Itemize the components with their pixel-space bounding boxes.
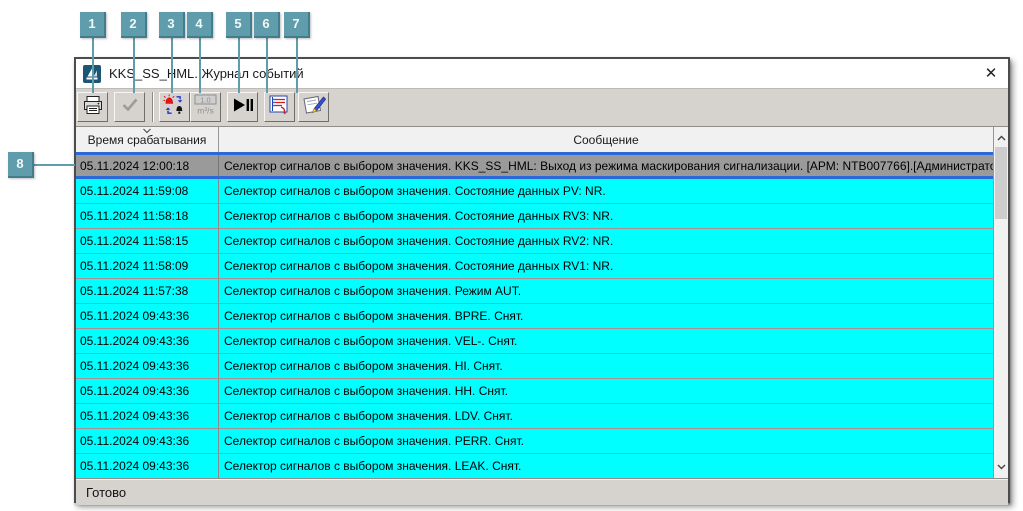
message-cell: Селектор сигналов с выбором значения. HI… [224,359,503,373]
callout-badge-1: 1 [80,12,106,38]
status-text: Готово [86,484,127,500]
check-icon [120,96,140,119]
table-row[interactable]: 05.11.2024 09:43:36 Селектор сигналов с в… [76,329,993,354]
callout-badge-7: 7 [284,12,310,38]
message-cell: Селектор сигналов с выбором значения. KK… [224,158,993,173]
play-pause-icon [232,95,254,120]
event-list-icon [268,94,291,121]
time-cell: 05.11.2024 11:58:15 [76,229,219,253]
vertical-scrollbar[interactable] [993,127,1008,478]
table-row[interactable]: 05.11.2024 11:59:08 Селектор сигналов с в… [76,179,993,204]
titlebar: KKS_SS_HML. Журнал событий ✕ [76,59,1008,89]
callout-line [296,38,298,93]
callout-line [133,38,135,93]
scroll-up-icon[interactable] [994,129,1008,147]
callout-badge-8: 8 [8,152,34,178]
table-row[interactable]: 05.11.2024 09:43:36 Селектор сигналов с в… [76,454,993,478]
callout-line [199,38,201,93]
callout-badge-6: 6 [254,12,280,38]
message-cell: Селектор сигналов с выбором значения. HH… [224,384,509,398]
svg-text:1.0: 1.0 [200,95,210,104]
message-cell: Селектор сигналов с выбором значения. Со… [224,184,606,198]
window-title: KKS_SS_HML. Журнал событий [109,66,304,81]
table-row[interactable]: 05.11.2024 09:43:36 Селектор сигналов с в… [76,354,993,379]
table-row[interactable]: 05.11.2024 09:43:36 Селектор сигналов с в… [76,404,993,429]
scrollbar-thumb[interactable] [995,147,1007,219]
message-cell: Селектор сигналов с выбором значения. BP… [224,309,524,323]
message-cell: Селектор сигналов с выбором значения. LE… [224,459,522,473]
acknowledge-button[interactable] [114,92,145,122]
status-bar: Готово [76,478,1008,505]
time-cell: 05.11.2024 09:43:36 [76,379,219,403]
time-cell: 05.11.2024 09:43:36 [76,454,219,478]
time-cell: 05.11.2024 12:00:18 [76,155,219,176]
message-cell: Селектор сигналов с выбором значения. Со… [224,234,614,248]
event-journal-window: KKS_SS_HML. Журнал событий ✕ 1.0 m³/s Вре… [74,57,1010,505]
time-cell: 05.11.2024 11:59:08 [76,179,219,203]
table-row[interactable]: 05.11.2024 11:58:18 Селектор сигналов с в… [76,204,993,229]
column-header-time[interactable]: Время срабатывания [76,127,219,152]
message-cell: Селектор сигналов с выбором значения. Ре… [224,284,522,298]
message-cell: Селектор сигналов с выбором значения. PE… [224,434,525,448]
scroll-down-icon[interactable] [994,458,1008,476]
callout-badge-4: 4 [187,12,213,38]
svg-text:m³/s: m³/s [197,106,214,116]
print-button[interactable] [77,92,108,122]
close-icon[interactable]: ✕ [974,59,1008,88]
time-cell: 05.11.2024 11:58:18 [76,204,219,228]
callout-badge-3: 3 [159,12,185,38]
time-cell: 05.11.2024 09:43:36 [76,354,219,378]
toolbar-separator [152,92,154,122]
message-cell: Селектор сигналов с выбором значения. LD… [224,409,513,423]
table-row[interactable]: 05.11.2024 09:43:36 Селектор сигналов с в… [76,304,993,329]
event-list-button[interactable] [264,92,295,122]
table-row[interactable]: 05.11.2024 11:58:15 Селектор сигналов с в… [76,229,993,254]
time-cell: 05.11.2024 11:57:38 [76,279,219,303]
edit-note-button[interactable] [298,92,329,122]
time-cell: 05.11.2024 09:43:36 [76,429,219,453]
edit-note-icon [302,94,326,121]
callout-line [171,38,173,93]
callout-badge-5: 5 [226,12,252,38]
flow-units-icon: 1.0 m³/s [193,93,218,121]
time-cell: 05.11.2024 09:43:36 [76,304,219,328]
time-cell: 05.11.2024 11:58:09 [76,254,219,278]
sort-icon [143,127,152,134]
message-cell: Селектор сигналов с выбором значения. Со… [224,259,614,273]
alarm-mask-toggle-button[interactable] [159,92,190,122]
table-row[interactable]: 05.11.2024 11:58:09 Селектор сигналов с в… [76,254,993,279]
column-header-message[interactable]: Сообщение [219,127,993,152]
print-icon [82,95,104,120]
play-pause-button[interactable] [227,92,258,122]
callout-line [266,38,268,93]
event-table: Время срабатывания Сообщение 05.11.2024 … [76,126,1008,478]
callout-line [92,38,94,93]
table-row[interactable]: 05.11.2024 11:57:38 Селектор сигналов с в… [76,279,993,304]
time-cell: 05.11.2024 09:43:36 [76,329,219,353]
table-rows: 05.11.2024 12:00:18 Селектор сигналов с в… [76,152,993,478]
message-cell: Селектор сигналов с выбором значения. Со… [224,209,614,223]
flow-units-button[interactable]: 1.0 m³/s [190,92,221,122]
alarm-swap-icon [163,94,186,121]
table-row[interactable]: 05.11.2024 09:43:36 Селектор сигналов с в… [76,429,993,454]
table-header: Время срабатывания Сообщение [76,127,993,152]
table-row[interactable]: 05.11.2024 09:43:36 Селектор сигналов с в… [76,379,993,404]
message-cell: Селектор сигналов с выбором значения. VE… [224,334,518,348]
callout-badge-2: 2 [121,12,147,38]
time-cell: 05.11.2024 09:43:36 [76,404,219,428]
callout-line [34,164,75,166]
table-row-selected[interactable]: 05.11.2024 12:00:18 Селектор сигналов с в… [76,152,993,179]
callout-line [238,38,240,93]
toolbar: 1.0 m³/s [76,89,1008,126]
